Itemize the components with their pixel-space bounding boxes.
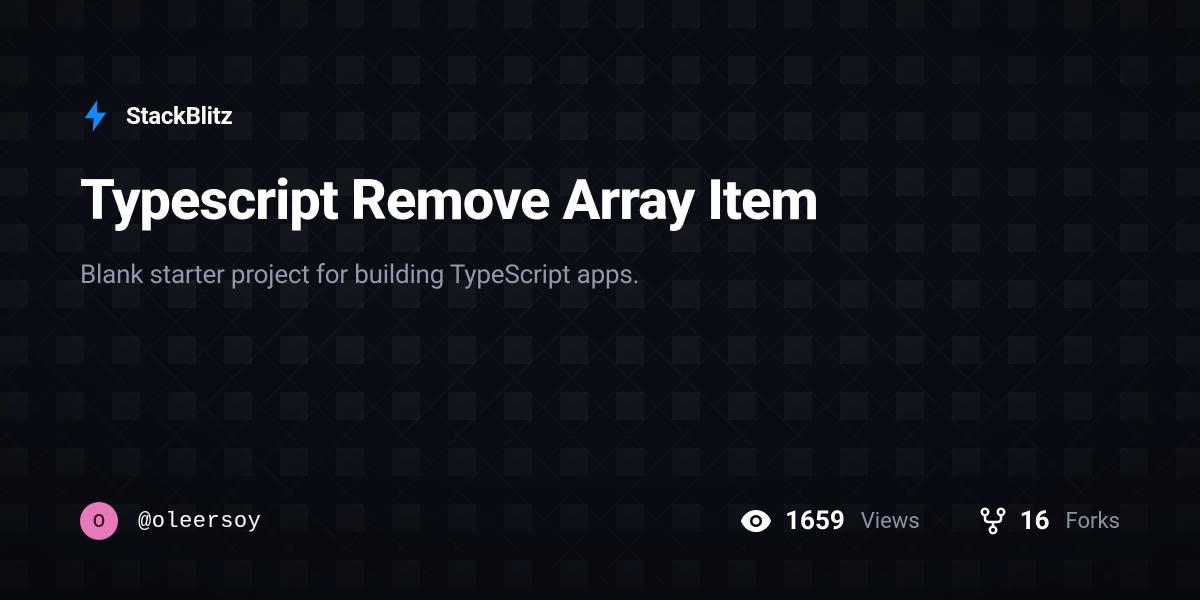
project-description: Blank starter project for building TypeS… bbox=[80, 260, 1120, 290]
lightning-bolt-icon bbox=[80, 100, 112, 132]
project-title: Typescript Remove Array Item bbox=[80, 170, 1120, 232]
forks-label: Forks bbox=[1066, 509, 1120, 534]
fork-icon bbox=[980, 507, 1006, 535]
forks-stat: 16 Forks bbox=[980, 506, 1120, 536]
content-area: StackBlitz Typescript Remove Array Item … bbox=[0, 0, 1200, 600]
author-block: O @oleersoy bbox=[80, 502, 261, 540]
forks-count: 16 bbox=[1020, 506, 1050, 536]
brand-row: StackBlitz bbox=[80, 100, 1120, 132]
footer-row: O @oleersoy 1659 Views bbox=[80, 502, 1120, 540]
stats-row: 1659 Views 16 Forks bbox=[741, 506, 1120, 536]
eye-icon bbox=[741, 510, 771, 532]
views-label: Views bbox=[861, 509, 920, 534]
views-stat: 1659 Views bbox=[741, 506, 920, 536]
avatar: O bbox=[80, 502, 118, 540]
author-username: @oleersoy bbox=[138, 509, 261, 534]
brand-name: StackBlitz bbox=[126, 102, 232, 130]
views-count: 1659 bbox=[785, 506, 845, 536]
